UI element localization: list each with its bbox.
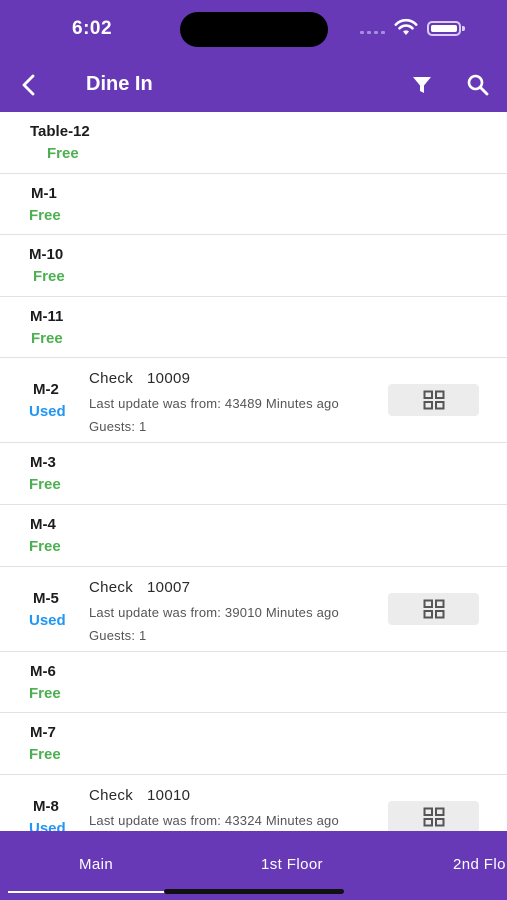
table-grid-button[interactable]: [388, 592, 479, 625]
app-header: 6:02 Dine In: [0, 0, 507, 112]
filter-icon[interactable]: [408, 71, 436, 99]
table-row[interactable]: M-10 Free: [0, 235, 507, 297]
check-number: 10007: [147, 578, 191, 596]
check-label: Check: [89, 370, 134, 388]
table-row[interactable]: M-3 Free: [0, 443, 507, 505]
grid-icon: [423, 807, 444, 827]
cellular-signal-icon: [360, 31, 386, 35]
check-number: 10009: [147, 370, 191, 388]
table-status: Free: [31, 329, 63, 347]
table-name: M-6: [30, 662, 56, 680]
table-status: Used: [29, 611, 66, 629]
table-status: Free: [29, 537, 61, 555]
grid-icon: [423, 390, 444, 410]
last-update-text: Last update was from: 43489 Minutes ago: [89, 396, 339, 412]
table-row[interactable]: M-1 Free: [0, 173, 507, 236]
guests-count: Guests: 1: [89, 627, 147, 643]
table-name: M-4: [30, 515, 56, 533]
table-row[interactable]: M-11 Free: [0, 296, 507, 359]
back-arrow-icon[interactable]: [14, 70, 44, 100]
table-status: Free: [29, 684, 61, 702]
table-name: M-7: [30, 724, 56, 742]
tab-main[interactable]: Main: [79, 856, 113, 873]
table-list: Table-12 Free M-1 Free M-10 Free M-11 Fr…: [0, 112, 507, 831]
table-row[interactable]: M-4 Free: [0, 504, 507, 567]
wifi-icon: [394, 18, 418, 35]
last-update-text: Last update was from: 39010 Minutes ago: [89, 604, 339, 620]
check-label: Check: [89, 578, 134, 596]
check-title: Check 10009: [89, 370, 190, 387]
table-grid-button[interactable]: [388, 384, 479, 417]
grid-icon: [423, 599, 444, 619]
floor-tab-bar: Main 1st Floor 2nd Flo: [0, 831, 507, 900]
table-name: M-8: [33, 797, 59, 815]
check-title: Check 10007: [89, 579, 190, 596]
table-name: M-10: [29, 246, 64, 264]
table-row[interactable]: Table-12 Free: [0, 112, 507, 174]
table-status: Free: [33, 268, 65, 286]
status-time: 6:02: [72, 18, 113, 39]
table-row[interactable]: M-8 Used Check 10010 Last update was from…: [0, 774, 507, 831]
last-update-text: Last update was from: 43324 Minutes ago: [89, 812, 339, 828]
search-icon[interactable]: [464, 71, 492, 99]
table-row[interactable]: M-7 Free: [0, 713, 507, 775]
table-status: Used: [29, 403, 66, 421]
table-name: M-5: [33, 589, 59, 607]
dynamic-island: [180, 12, 328, 47]
check-title: Check 10010: [89, 787, 190, 804]
tab-2nd-floor[interactable]: 2nd Flo: [453, 856, 506, 873]
table-name: M-3: [30, 454, 56, 472]
table-name: M-11: [30, 307, 64, 325]
table-name: M-2: [33, 381, 59, 399]
page-title: Dine In: [86, 73, 153, 95]
table-status: Free: [29, 476, 61, 494]
selected-tab-indicator: [8, 891, 190, 893]
table-status: Free: [47, 145, 79, 162]
table-row[interactable]: M-6 Free: [0, 651, 507, 714]
table-status: Used: [29, 819, 66, 831]
table-name: Table-12: [30, 123, 90, 140]
check-number: 10010: [147, 786, 191, 804]
table-status: Free: [29, 206, 61, 224]
table-status: Free: [29, 746, 61, 764]
table-row[interactable]: M-2 Used Check 10009 Last update was from…: [0, 358, 507, 444]
table-grid-button[interactable]: [388, 800, 479, 831]
table-row[interactable]: M-5 Used Check 10007 Last update was from…: [0, 566, 507, 652]
home-indicator: [164, 889, 344, 894]
guests-count: Guests: 1: [89, 419, 147, 435]
tab-1st-floor[interactable]: 1st Floor: [261, 856, 323, 873]
battery-icon: [427, 21, 465, 36]
check-label: Check: [89, 786, 134, 804]
table-name: M-1: [31, 184, 57, 202]
